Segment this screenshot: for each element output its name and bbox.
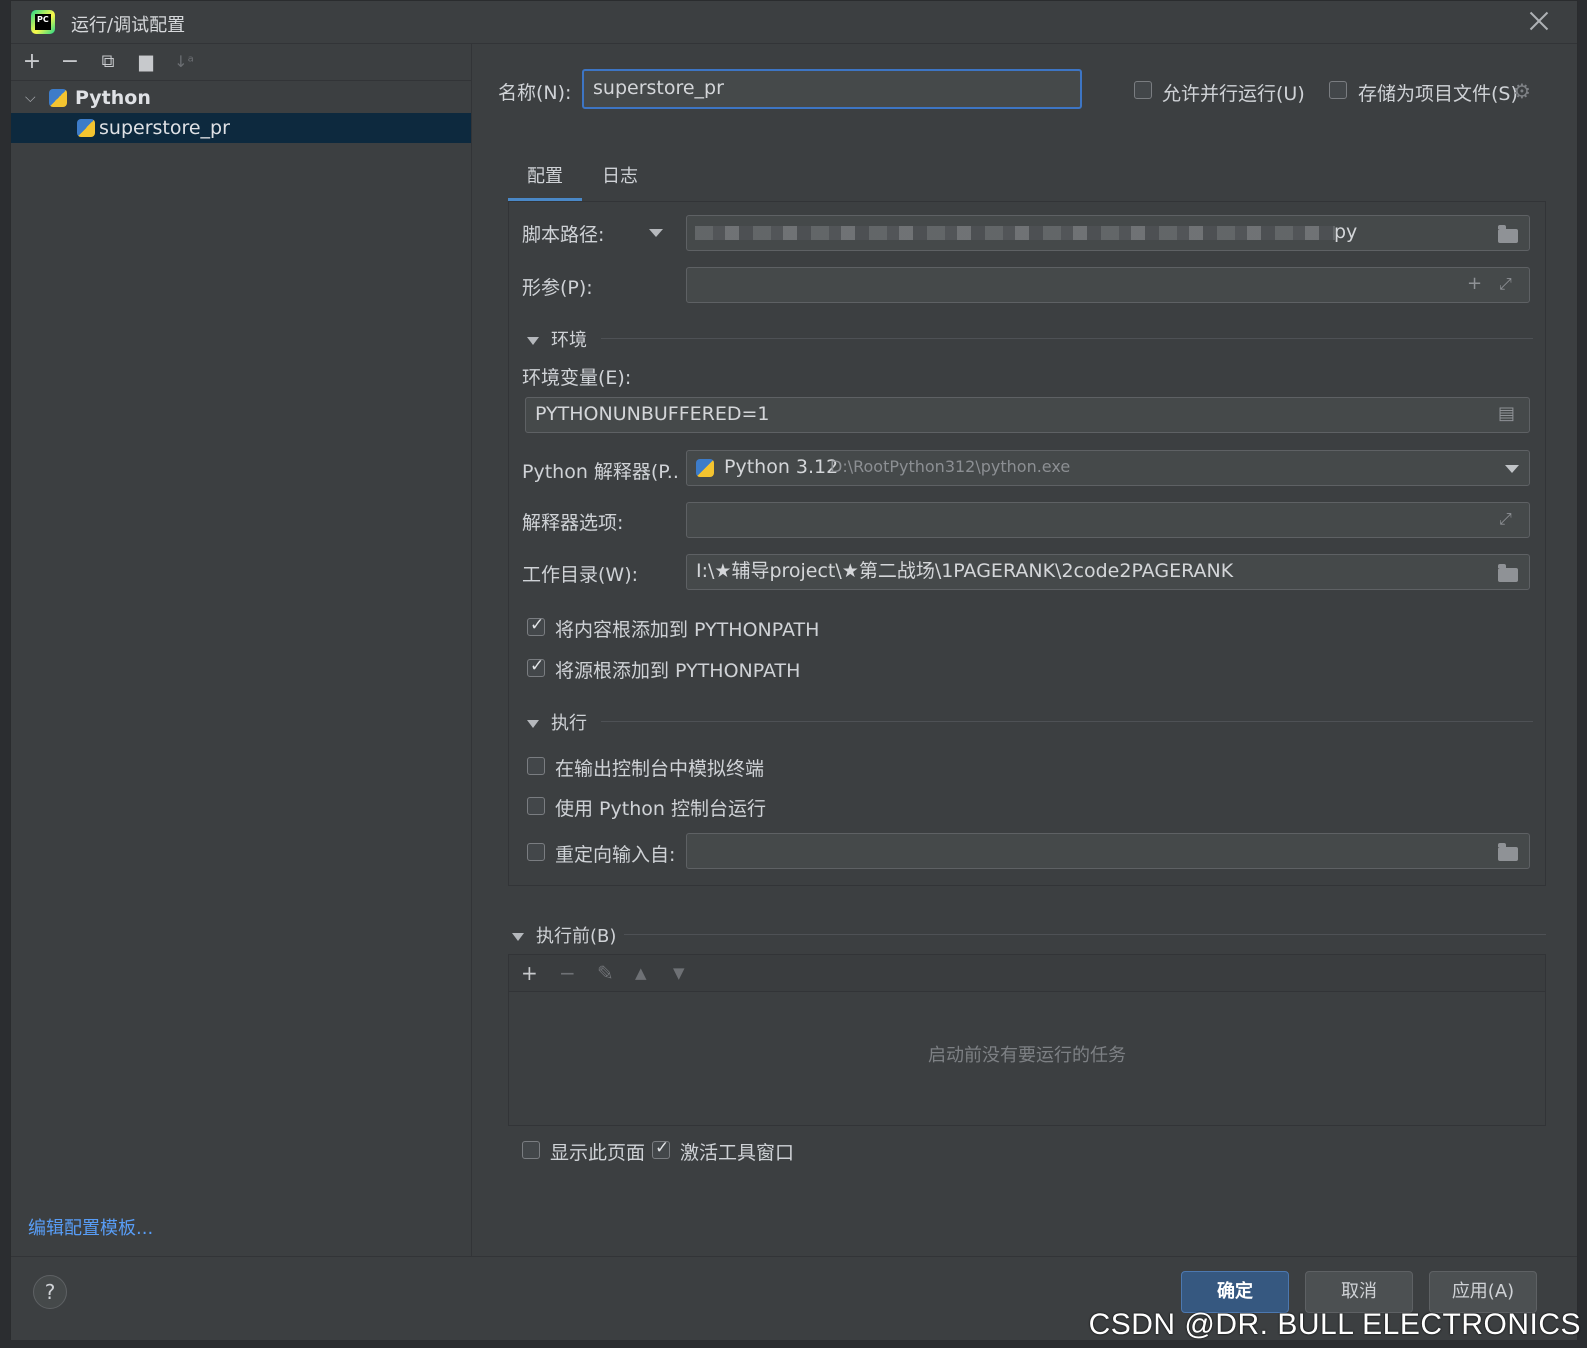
new-folder-icon[interactable]: ▆: [135, 51, 157, 73]
help-button[interactable]: ?: [33, 1275, 67, 1309]
pycharm-icon: PC: [31, 10, 55, 34]
interpreter-label: Python 解释器(P..: [522, 461, 679, 483]
before-launch-header[interactable]: 执行前(B): [512, 922, 616, 948]
redirect-input-label: 重定向输入自:: [555, 844, 676, 866]
folder-icon[interactable]: [1498, 564, 1518, 582]
edit-env-icon[interactable]: ▤: [1498, 398, 1515, 430]
tree-item-label: superstore_pr: [99, 117, 230, 139]
name-label: 名称(N):: [498, 82, 572, 104]
tree-item-superstore[interactable]: superstore_pr: [11, 113, 471, 143]
chevron-down-icon[interactable]: ⌵: [25, 83, 36, 113]
script-path-extension: py: [1334, 221, 1358, 243]
store-project-file-label: 存储为项目文件(S): [1358, 83, 1518, 105]
python-icon: [696, 459, 714, 477]
env-vars-label: 环境变量(E):: [522, 367, 632, 389]
add-source-roots-label: 将源根添加到 PYTHONPATH: [555, 660, 801, 682]
folder-icon[interactable]: [1498, 843, 1518, 861]
interpreter-options-input[interactable]: ⤢: [686, 502, 1530, 538]
empty-tasks-text: 启动前没有要运行的任务: [928, 1045, 1126, 1066]
exec-section-label: 执行: [551, 713, 587, 734]
csdn-watermark: CSDN @DR. BULL ELECTRONICS: [1088, 1308, 1581, 1341]
show-page-checkbox[interactable]: [522, 1141, 540, 1159]
env-section-header[interactable]: 环境: [527, 326, 587, 352]
config-panel: 脚本路径: py 形参(P): + ⤢ 环境 环境变量(E): PYTHONUN…: [508, 202, 1546, 886]
section-divider: [601, 338, 1533, 339]
activate-tool-window-label: 激活工具窗口: [680, 1142, 795, 1164]
edit-task-icon[interactable]: ✎: [597, 961, 614, 985]
before-launch-label: 执行前(B): [536, 926, 617, 947]
params-input[interactable]: + ⤢: [686, 267, 1530, 303]
tree-toolbar: + − ⧉ ▆ ↓ᵃ: [11, 44, 471, 81]
tree-group-python[interactable]: ⌵ Python: [11, 83, 471, 113]
add-content-roots-checkbox[interactable]: [527, 615, 545, 636]
gear-icon[interactable]: ⚙: [1512, 81, 1532, 101]
script-path-label: 脚本路径:: [522, 224, 605, 246]
emulate-terminal-label: 在输出控制台中模拟终端: [555, 758, 765, 780]
add-content-roots-label: 将内容根添加到 PYTHONPATH: [555, 619, 820, 641]
chevron-down-icon[interactable]: [1505, 465, 1519, 473]
redirect-input-checkbox[interactable]: [527, 843, 545, 861]
exec-section-header[interactable]: 执行: [527, 709, 587, 735]
section-divider: [624, 934, 1546, 935]
script-type-dropdown-icon[interactable]: [649, 229, 663, 237]
move-up-icon[interactable]: ▲: [635, 964, 647, 982]
interpreter-select[interactable]: Python 3.12 D:\RootPython312\python.exe: [686, 450, 1530, 486]
add-source-roots-checkbox[interactable]: [527, 656, 545, 677]
collapse-triangle-icon[interactable]: [527, 337, 539, 345]
python-console-label: 使用 Python 控制台运行: [555, 798, 766, 820]
redirect-input-field[interactable]: [686, 833, 1530, 869]
collapse-triangle-icon[interactable]: [512, 933, 524, 941]
apply-button[interactable]: 应用(A): [1429, 1271, 1537, 1313]
interpreter-version: Python 3.12: [724, 456, 839, 478]
remove-task-icon[interactable]: −: [559, 961, 576, 985]
title-bar: PC 运行/调试配置: [11, 1, 1577, 44]
add-task-icon[interactable]: +: [521, 961, 538, 985]
allow-parallel-label: 允许并行运行(U): [1162, 83, 1305, 105]
blurred-path: [695, 226, 1335, 240]
move-down-icon[interactable]: ▼: [673, 964, 685, 982]
env-vars-input[interactable]: PYTHONUNBUFFERED=1 ▤: [525, 397, 1530, 433]
expand-icon[interactable]: ⤢: [1499, 268, 1512, 300]
emulate-terminal-checkbox[interactable]: [527, 757, 545, 775]
env-vars-value: PYTHONUNBUFFERED=1: [535, 403, 770, 425]
window-title: 运行/调试配置: [71, 15, 186, 36]
store-project-file-checkbox[interactable]: [1329, 81, 1347, 99]
workdir-label: 工作目录(W):: [522, 564, 639, 586]
add-macro-icon[interactable]: +: [1467, 268, 1482, 300]
interpreter-options-label: 解释器选项:: [522, 512, 624, 534]
edit-templates-link[interactable]: 编辑配置模板...: [28, 1214, 153, 1240]
collapse-triangle-icon[interactable]: [527, 720, 539, 728]
copy-icon[interactable]: ⧉: [97, 51, 119, 73]
sort-icon[interactable]: ↓ᵃ: [173, 51, 195, 73]
remove-icon[interactable]: −: [59, 51, 81, 73]
python-icon: [49, 89, 67, 107]
add-icon[interactable]: +: [21, 51, 43, 73]
before-launch-toolbar: + − ✎ ▲ ▼: [509, 955, 1545, 992]
config-editor: 名称(N): superstore_pr 允许并行运行(U) 存储为项目文件(S…: [472, 44, 1577, 1256]
python-file-icon: [77, 119, 95, 137]
script-path-input[interactable]: py: [686, 215, 1530, 251]
run-debug-config-dialog: PC 运行/调试配置 + − ⧉ ▆ ↓ᵃ ⌵ Python superstor…: [10, 0, 1578, 1340]
tree-group-label: Python: [75, 87, 151, 109]
before-launch-task-list: + − ✎ ▲ ▼ 启动前没有要运行的任务: [508, 954, 1546, 1126]
tab-config[interactable]: 配置: [527, 162, 563, 188]
allow-parallel-checkbox[interactable]: [1134, 81, 1152, 99]
interpreter-path: D:\RootPython312\python.exe: [830, 457, 1071, 476]
folder-icon[interactable]: [1498, 225, 1518, 243]
tab-log[interactable]: 日志: [602, 162, 638, 188]
expand-icon[interactable]: ⤢: [1499, 503, 1512, 535]
workdir-value: I:\★辅导project\★第二战场\1PAGERANK\2code2PAGE…: [696, 560, 1234, 582]
workdir-input[interactable]: I:\★辅导project\★第二战场\1PAGERANK\2code2PAGE…: [686, 554, 1530, 590]
show-page-label: 显示此页面: [550, 1142, 646, 1164]
params-label: 形参(P):: [522, 277, 593, 299]
activate-tool-window-checkbox[interactable]: [652, 1138, 670, 1159]
env-section-label: 环境: [551, 330, 587, 351]
config-tree-panel: + − ⧉ ▆ ↓ᵃ ⌵ Python superstore_pr 编辑配置模板…: [11, 44, 472, 1256]
name-input[interactable]: superstore_pr: [582, 69, 1082, 109]
section-divider: [601, 721, 1533, 722]
close-icon[interactable]: [1527, 9, 1551, 33]
python-console-checkbox[interactable]: [527, 797, 545, 815]
ok-button[interactable]: 确定: [1181, 1271, 1289, 1313]
cancel-button[interactable]: 取消: [1305, 1271, 1413, 1313]
